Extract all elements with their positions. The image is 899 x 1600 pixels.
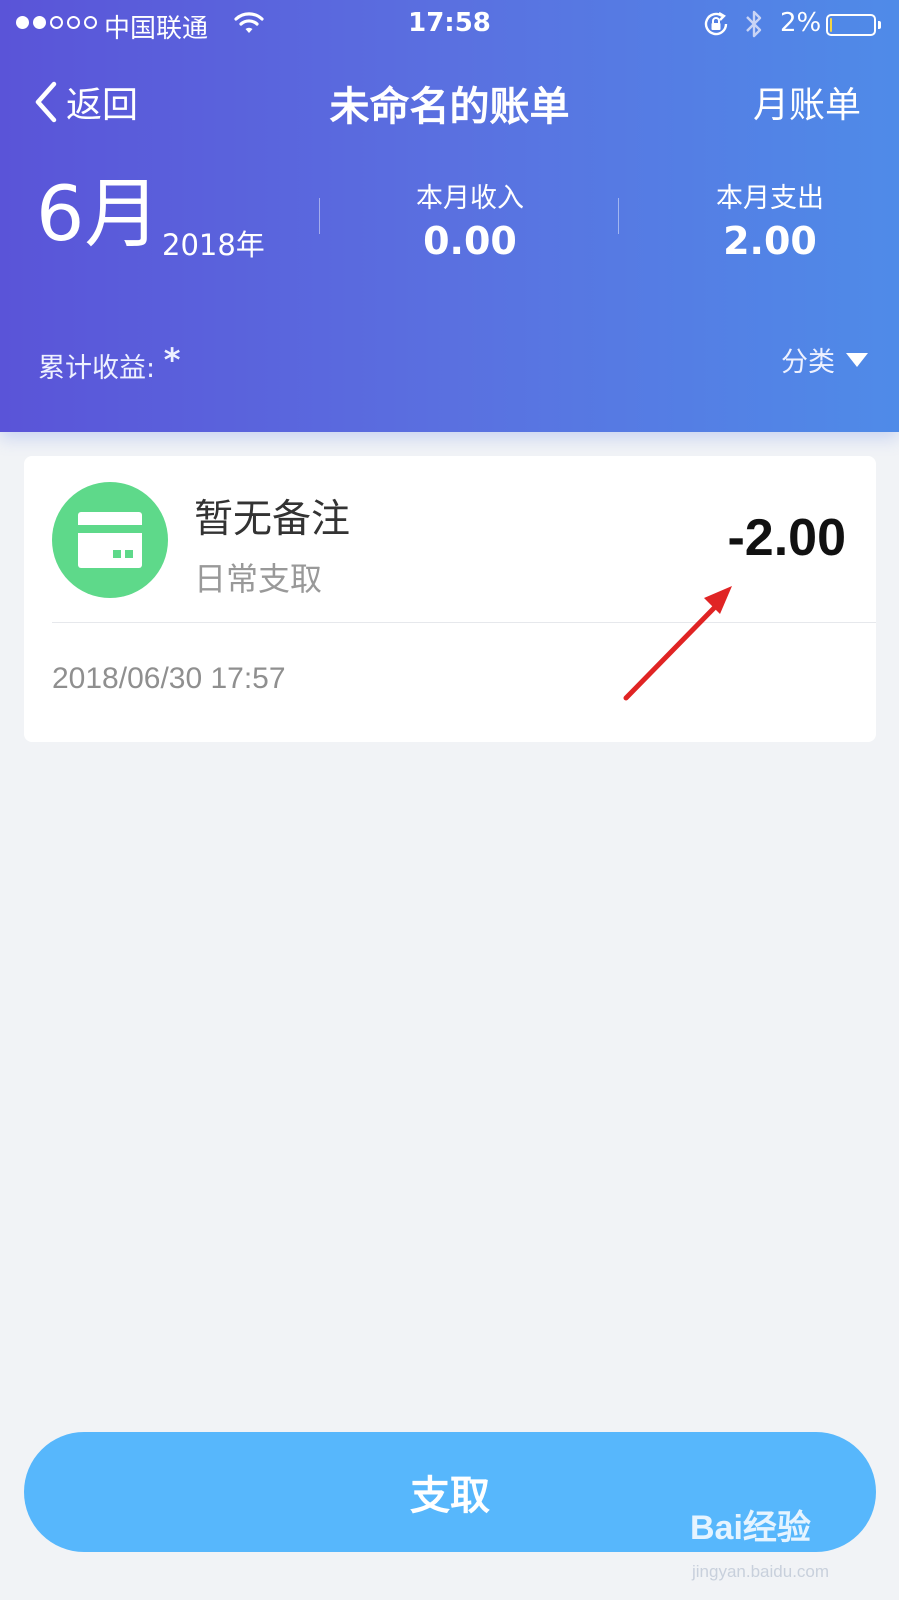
rotation-lock-icon [702, 10, 730, 45]
transaction-datetime: 2018/06/30 17:57 [52, 662, 286, 695]
battery-icon [826, 14, 876, 36]
transaction-category-icon [52, 482, 168, 598]
expense-value: 2.00 [723, 219, 817, 263]
battery-percent: 2% [780, 8, 822, 38]
battery-cap [878, 21, 881, 29]
expense-stat: 本月支出 2.00 [660, 176, 880, 263]
transaction-note: 暂无备注 [194, 497, 351, 542]
category-filter-dropdown[interactable]: 分类 [781, 340, 869, 379]
header: 中国联通 17:58 2% 返回 未命名的账单 月账单 6月 2018年 本月收… [0, 0, 899, 432]
status-time: 17:58 [408, 8, 491, 38]
year-label: 2018年 [162, 228, 265, 262]
income-stat: 本月收入 0.00 [360, 176, 580, 263]
cumulative-label: 累计收益: [38, 353, 156, 384]
cumulative-value: * [163, 341, 181, 379]
expense-label: 本月支出 [716, 183, 824, 214]
month-label: 6月 [36, 169, 161, 258]
monthly-bill-button[interactable]: 月账单 [753, 76, 861, 128]
transaction-card[interactable]: 暂无备注 日常支取 -2.00 2018/06/30 17:57 [24, 456, 876, 742]
card-divider [52, 622, 876, 623]
transaction-amount: -2.00 [727, 509, 846, 567]
income-label: 本月收入 [416, 183, 524, 214]
income-value: 0.00 [423, 219, 517, 263]
summary-divider [618, 198, 619, 234]
credit-card-icon [78, 512, 142, 568]
category-filter-label: 分类 [781, 347, 835, 378]
summary-divider [319, 198, 320, 234]
watermark-url: jingyan.baidu.com [692, 1562, 830, 1581]
battery-fill [830, 18, 832, 32]
watermark-logo: Bai经验 [690, 1509, 811, 1547]
caret-down-icon [846, 352, 868, 367]
bluetooth-icon [744, 9, 764, 46]
transaction-category: 日常支取 [194, 560, 323, 598]
status-bar: 中国联通 17:58 2% [0, 0, 899, 50]
cumulative-earnings: 累计收益: * [38, 341, 180, 385]
